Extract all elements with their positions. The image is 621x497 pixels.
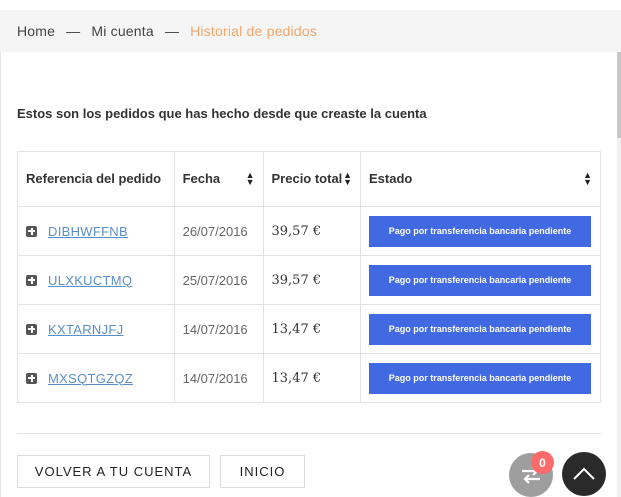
table-row: ULXKUCTMQ 25/07/2016 39,57 € Pago por tr…: [17, 255, 602, 305]
order-date: 26/07/2016: [173, 206, 264, 256]
column-header-reference[interactable]: Referencia del pedido: [17, 151, 175, 207]
breadcrumb: Home — Mi cuenta — Historial de pedidos: [0, 10, 621, 52]
expand-plus-icon[interactable]: [26, 323, 37, 335]
column-header-label: Fecha: [182, 171, 221, 186]
sort-icon: ▲ ▼: [245, 170, 255, 187]
order-date: 14/07/2016: [173, 304, 264, 354]
order-reference-cell: MXSQTGZQZ: [17, 353, 175, 403]
table-row: KXTARNJFJ 14/07/2016 13,47 € Pago por tr…: [17, 304, 602, 354]
order-price: 39,57 €: [262, 206, 361, 256]
compare-count-badge: 0: [531, 451, 554, 474]
order-reference-cell: DIBHWFFNB: [17, 206, 175, 256]
breadcrumb-current: Historial de pedidos: [190, 23, 318, 39]
table-header-row: Referencia del pedido Fecha ▲ ▼ Precio to…: [17, 151, 602, 207]
top-bar: [0, 0, 621, 10]
order-price: 13,47 €: [262, 353, 361, 403]
order-status-cell: Pago por transferencia bancaria pendient…: [359, 353, 602, 403]
table-row: MXSQTGZQZ 14/07/2016 13,47 € Pago por tr…: [17, 353, 602, 403]
column-header-price[interactable]: Precio total ▲ ▼: [262, 151, 361, 207]
chevron-up-icon: [573, 467, 595, 480]
order-reference-link[interactable]: ULXKUCTMQ: [48, 273, 132, 288]
expand-plus-icon[interactable]: [26, 274, 37, 286]
scrollbar-thumb[interactable]: [617, 52, 621, 138]
breadcrumb-home-link[interactable]: Home: [17, 23, 55, 39]
sort-icon: ▲ ▼: [583, 170, 592, 187]
sort-icon: ▲ ▼: [343, 170, 352, 187]
page-intro: Estos son los pedidos que has hecho desd…: [17, 106, 427, 121]
column-header-label: Estado: [368, 171, 413, 186]
breadcrumb-separator: —: [66, 23, 81, 39]
column-header-date[interactable]: Fecha ▲ ▼: [173, 151, 264, 207]
column-header-label: Precio total: [271, 171, 343, 186]
breadcrumb-account-link[interactable]: Mi cuenta: [91, 23, 154, 39]
order-status-cell: Pago por transferencia bancaria pendient…: [359, 304, 602, 354]
table-row: DIBHWFFNB 26/07/2016 39,57 € Pago por tr…: [17, 206, 602, 256]
home-button[interactable]: INICIO: [220, 455, 305, 488]
column-header-status[interactable]: Estado ▲ ▼: [359, 151, 602, 207]
order-reference-cell: KXTARNJFJ: [17, 304, 175, 354]
order-reference-link[interactable]: MXSQTGZQZ: [48, 371, 133, 386]
order-date: 14/07/2016: [173, 353, 264, 403]
order-status-cell: Pago por transferencia bancaria pendient…: [359, 255, 602, 305]
order-reference-link[interactable]: KXTARNJFJ: [48, 322, 123, 337]
order-date: 25/07/2016: [173, 255, 264, 305]
order-reference-cell: ULXKUCTMQ: [17, 255, 175, 305]
status-badge: Pago por transferencia bancaria pendient…: [368, 362, 591, 394]
content-border: [0, 52, 1, 497]
section-divider: [17, 433, 601, 434]
breadcrumb-separator: —: [164, 23, 180, 39]
expand-plus-icon[interactable]: [26, 225, 37, 237]
expand-plus-icon[interactable]: [26, 372, 37, 384]
column-header-label: Referencia del pedido: [26, 171, 162, 186]
order-reference-link[interactable]: DIBHWFFNB: [48, 224, 128, 239]
status-badge: Pago por transferencia bancaria pendient…: [368, 264, 591, 296]
order-status-cell: Pago por transferencia bancaria pendient…: [359, 206, 602, 256]
order-price: 13,47 €: [262, 304, 361, 354]
order-price: 39,57 €: [262, 255, 361, 305]
status-badge: Pago por transferencia bancaria pendient…: [368, 313, 591, 345]
back-to-account-button[interactable]: VOLVER A TU CUENTA: [17, 455, 210, 488]
scroll-to-top-button[interactable]: [562, 452, 606, 496]
orders-table: Referencia del pedido Fecha ▲ ▼ Precio to…: [17, 151, 602, 403]
status-badge: Pago por transferencia bancaria pendient…: [368, 215, 591, 247]
